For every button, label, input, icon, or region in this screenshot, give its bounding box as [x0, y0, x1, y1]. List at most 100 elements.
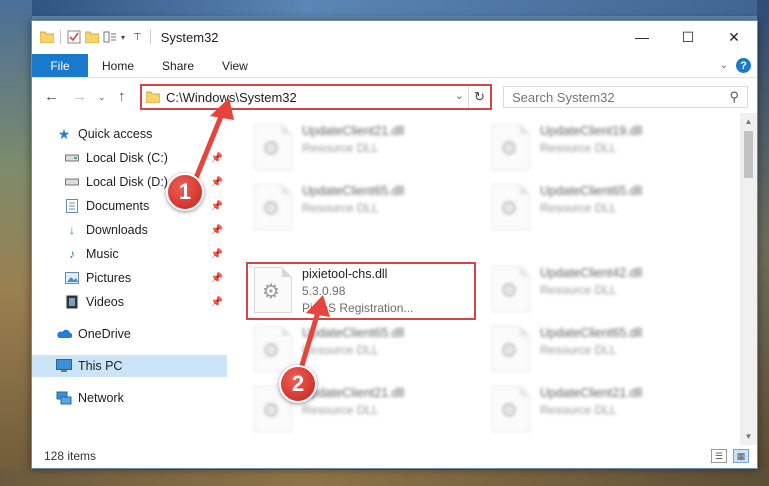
recent-locations-chevron-icon[interactable]: ⌄	[98, 92, 106, 103]
scroll-up-icon[interactable]: ▲	[740, 113, 757, 130]
nav-item-label: Quick access	[78, 127, 153, 141]
nav-item-this-pc[interactable]: This PC	[32, 355, 227, 377]
dll-file-icon: ⚙	[254, 267, 292, 313]
ribbon-right: ⌄ ?	[720, 54, 757, 77]
chevron-down-icon[interactable]: ▾	[121, 33, 125, 42]
onedrive-icon	[56, 326, 72, 342]
search-input[interactable]	[512, 89, 712, 105]
file-description: Resource DLL	[302, 343, 379, 357]
folder-icon	[146, 91, 160, 103]
address-bar[interactable]: C:\Windows\System32 ⌄ ↻	[140, 84, 492, 110]
step-1-badge: 1	[166, 173, 204, 211]
ribbon-tabs: File Home Share View ⌄ ?	[32, 54, 757, 78]
nav-item-label: This PC	[78, 359, 123, 373]
file-item[interactable]: ⚙ UpdateClient65.dll Resource DLL	[248, 181, 468, 233]
pin-icon: 📌	[210, 176, 223, 188]
title-divider	[149, 30, 151, 44]
file-item[interactable]: ⚙ UpdateClient19.dll Resource DLL	[486, 121, 706, 173]
search-icon[interactable]: ⚲	[729, 89, 739, 105]
desktop-background-right	[757, 0, 769, 486]
gear-icon: ⚙	[262, 281, 280, 303]
nav-item-videos[interactable]: Videos 📌	[32, 291, 227, 313]
documents-icon	[64, 198, 80, 214]
up-arrow-icon[interactable]: ↑	[118, 88, 126, 105]
pictures-icon	[64, 270, 80, 286]
address-dropdown-icon[interactable]: ⌄	[455, 89, 464, 102]
nav-item-downloads[interactable]: ↓ Downloads 📌	[32, 219, 227, 241]
file-description: Resource DLL	[540, 201, 617, 215]
pin-icon: 📌	[210, 248, 223, 260]
window-controls: — ☐ ✕	[619, 21, 757, 53]
customize-toolbar-icon[interactable]	[103, 31, 117, 43]
pin-toolbar-icon[interactable]: ⊤	[133, 32, 142, 43]
nav-item-music[interactable]: ♪ Music 📌	[32, 243, 227, 265]
scroll-thumb[interactable]	[744, 131, 753, 178]
nav-item-quick-access[interactable]: ★ Quick access	[32, 123, 227, 145]
gear-icon: ⚙	[500, 198, 518, 220]
file-item[interactable]: ⚙ UpdateClient42.dll Resource DLL	[486, 263, 706, 315]
file-item[interactable]: ⚙ UpdateClient65.dll Resource DLL	[486, 181, 706, 233]
tab-file[interactable]: File	[32, 54, 88, 77]
expand-ribbon-icon[interactable]: ⌄	[720, 60, 728, 71]
download-icon: ↓	[69, 223, 75, 237]
file-item-pixietool-chs[interactable]: ⚙ pixietool-chs.dll 5.3.0.98 PixieS Regi…	[246, 262, 476, 320]
file-version: 5.3.0.98	[302, 284, 346, 298]
gear-icon: ⚙	[262, 138, 280, 160]
tab-view[interactable]: View	[208, 54, 262, 77]
desktop-background-left	[0, 0, 32, 486]
file-name: UpdateClient21.dll	[540, 386, 643, 400]
nav-item-label: OneDrive	[78, 327, 131, 341]
help-icon[interactable]: ?	[736, 58, 751, 73]
close-button[interactable]: ✕	[711, 21, 757, 53]
dll-file-icon: ⚙	[254, 124, 292, 170]
file-name: UpdateClient65.dll	[302, 326, 405, 340]
file-name: UpdateClient21.dll	[302, 124, 405, 138]
file-item[interactable]: ⚙ UpdateClient65.dll Resource DLL	[486, 323, 706, 375]
view-switcher: ☰ ▦	[711, 449, 749, 463]
new-folder-icon[interactable]	[85, 31, 99, 43]
gear-icon: ⚙	[262, 198, 280, 220]
nav-item-local-disk-c[interactable]: Local Disk (C:) 📌	[32, 147, 227, 169]
refresh-icon[interactable]: ↻	[468, 86, 490, 108]
dll-file-icon: ⚙	[254, 184, 292, 230]
file-description: Resource DLL	[540, 283, 617, 297]
address-row: ← → ⌄ ↑ C:\Windows\System32 ⌄ ↻ ⚲	[32, 81, 757, 113]
dll-file-icon: ⚙	[492, 124, 530, 170]
large-icons-view-icon[interactable]: ▦	[733, 449, 749, 463]
scroll-down-icon[interactable]: ▼	[740, 428, 757, 445]
back-arrow-icon[interactable]: ←	[44, 88, 59, 105]
minimize-button[interactable]: —	[619, 21, 665, 53]
file-explorer-window: ▾ ⊤ System32 — ☐ ✕ File Home Share View …	[31, 20, 758, 469]
item-count: 128 items	[44, 449, 97, 463]
properties-icon[interactable]	[67, 30, 81, 44]
file-description: Resource DLL	[302, 201, 379, 215]
nav-item-onedrive[interactable]: OneDrive	[32, 323, 227, 345]
file-name: UpdateClient65.dll	[302, 184, 405, 198]
nav-item-label: Network	[78, 391, 124, 405]
pin-icon: 📌	[210, 272, 223, 284]
vertical-scrollbar[interactable]: ▲ ▼	[740, 113, 757, 445]
nav-item-label: Local Disk (C:)	[86, 151, 168, 165]
pin-icon: 📌	[210, 296, 223, 308]
tab-share[interactable]: Share	[148, 54, 208, 77]
forward-arrow-icon[interactable]: →	[72, 88, 87, 105]
music-icon: ♪	[69, 247, 75, 261]
file-item[interactable]: ⚙ UpdateClient21.dll Resource DLL	[486, 383, 706, 435]
file-description: Resource DLL	[540, 141, 617, 155]
details-view-icon[interactable]: ☰	[711, 449, 727, 463]
nav-item-label: Videos	[86, 295, 124, 309]
maximize-button[interactable]: ☐	[665, 21, 711, 53]
dll-file-icon: ⚙	[254, 326, 292, 372]
file-item[interactable]: ⚙ UpdateClient65.dll Resource DLL	[248, 323, 468, 375]
tab-home[interactable]: Home	[88, 54, 148, 77]
file-item[interactable]: ⚙ UpdateClient21.dll Resource DLL	[248, 121, 468, 173]
desktop-background	[0, 0, 769, 16]
nav-item-label: Local Disk (D:)	[86, 175, 168, 189]
title-bar: ▾ ⊤ System32 — ☐ ✕	[32, 21, 757, 53]
nav-item-label: Music	[86, 247, 119, 261]
window-title: System32	[160, 29, 219, 45]
nav-item-pictures[interactable]: Pictures 📌	[32, 267, 227, 289]
nav-item-network[interactable]: Network	[32, 387, 227, 409]
search-box[interactable]: ⚲	[503, 86, 748, 108]
address-path[interactable]: C:\Windows\System32	[166, 90, 297, 105]
